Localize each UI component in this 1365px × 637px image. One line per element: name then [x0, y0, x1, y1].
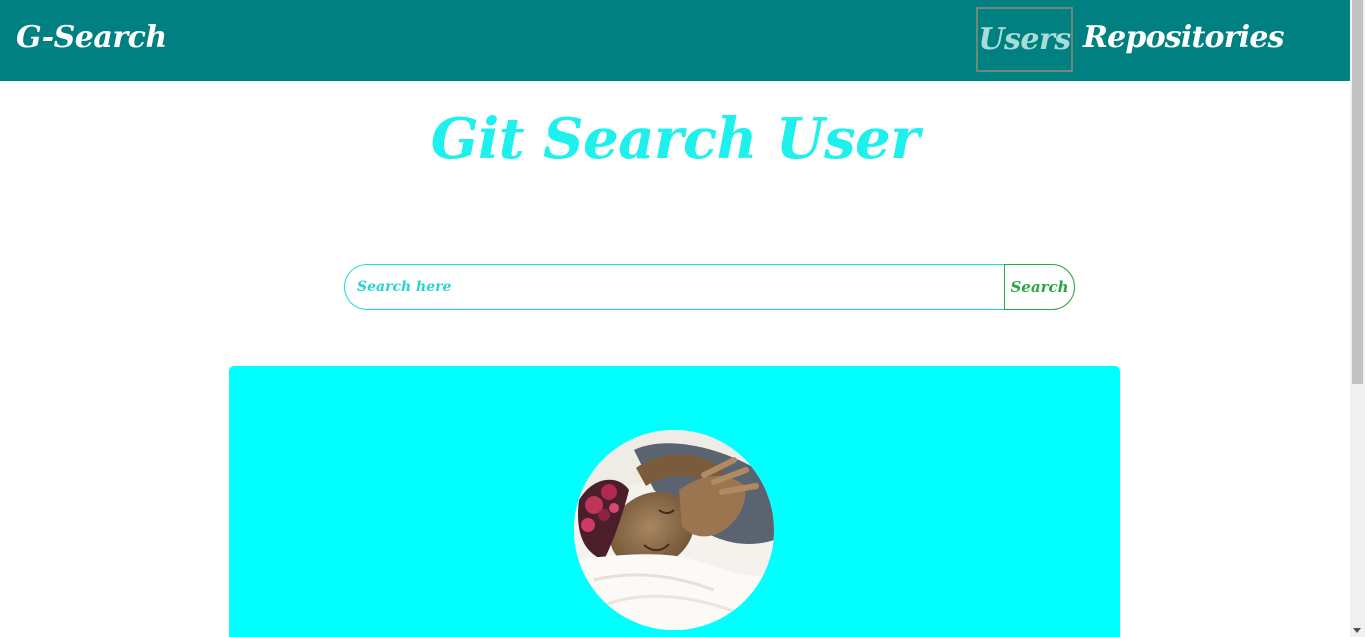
navbar: G-Search Users Repositories: [0, 0, 1350, 81]
brand-logo-link[interactable]: G-Search: [16, 20, 167, 55]
page-title: Git Search User: [430, 106, 920, 172]
search-button[interactable]: Search: [1004, 264, 1075, 310]
search-form: Search: [344, 264, 1075, 310]
scrollbar-thumb[interactable]: [1352, 0, 1363, 384]
user-card: [229, 366, 1120, 637]
scroll-down-arrow-icon[interactable]: [1353, 628, 1361, 633]
nav-link-repositories[interactable]: Repositories: [1083, 20, 1285, 55]
user-avatar: [574, 430, 774, 630]
page-scrollbar[interactable]: [1350, 0, 1365, 637]
page: G-Search Users Repositories Git Search U…: [0, 0, 1350, 637]
nav-link-users[interactable]: Users: [976, 7, 1073, 72]
avatar-photo: [574, 430, 774, 630]
search-input[interactable]: [344, 264, 1004, 310]
